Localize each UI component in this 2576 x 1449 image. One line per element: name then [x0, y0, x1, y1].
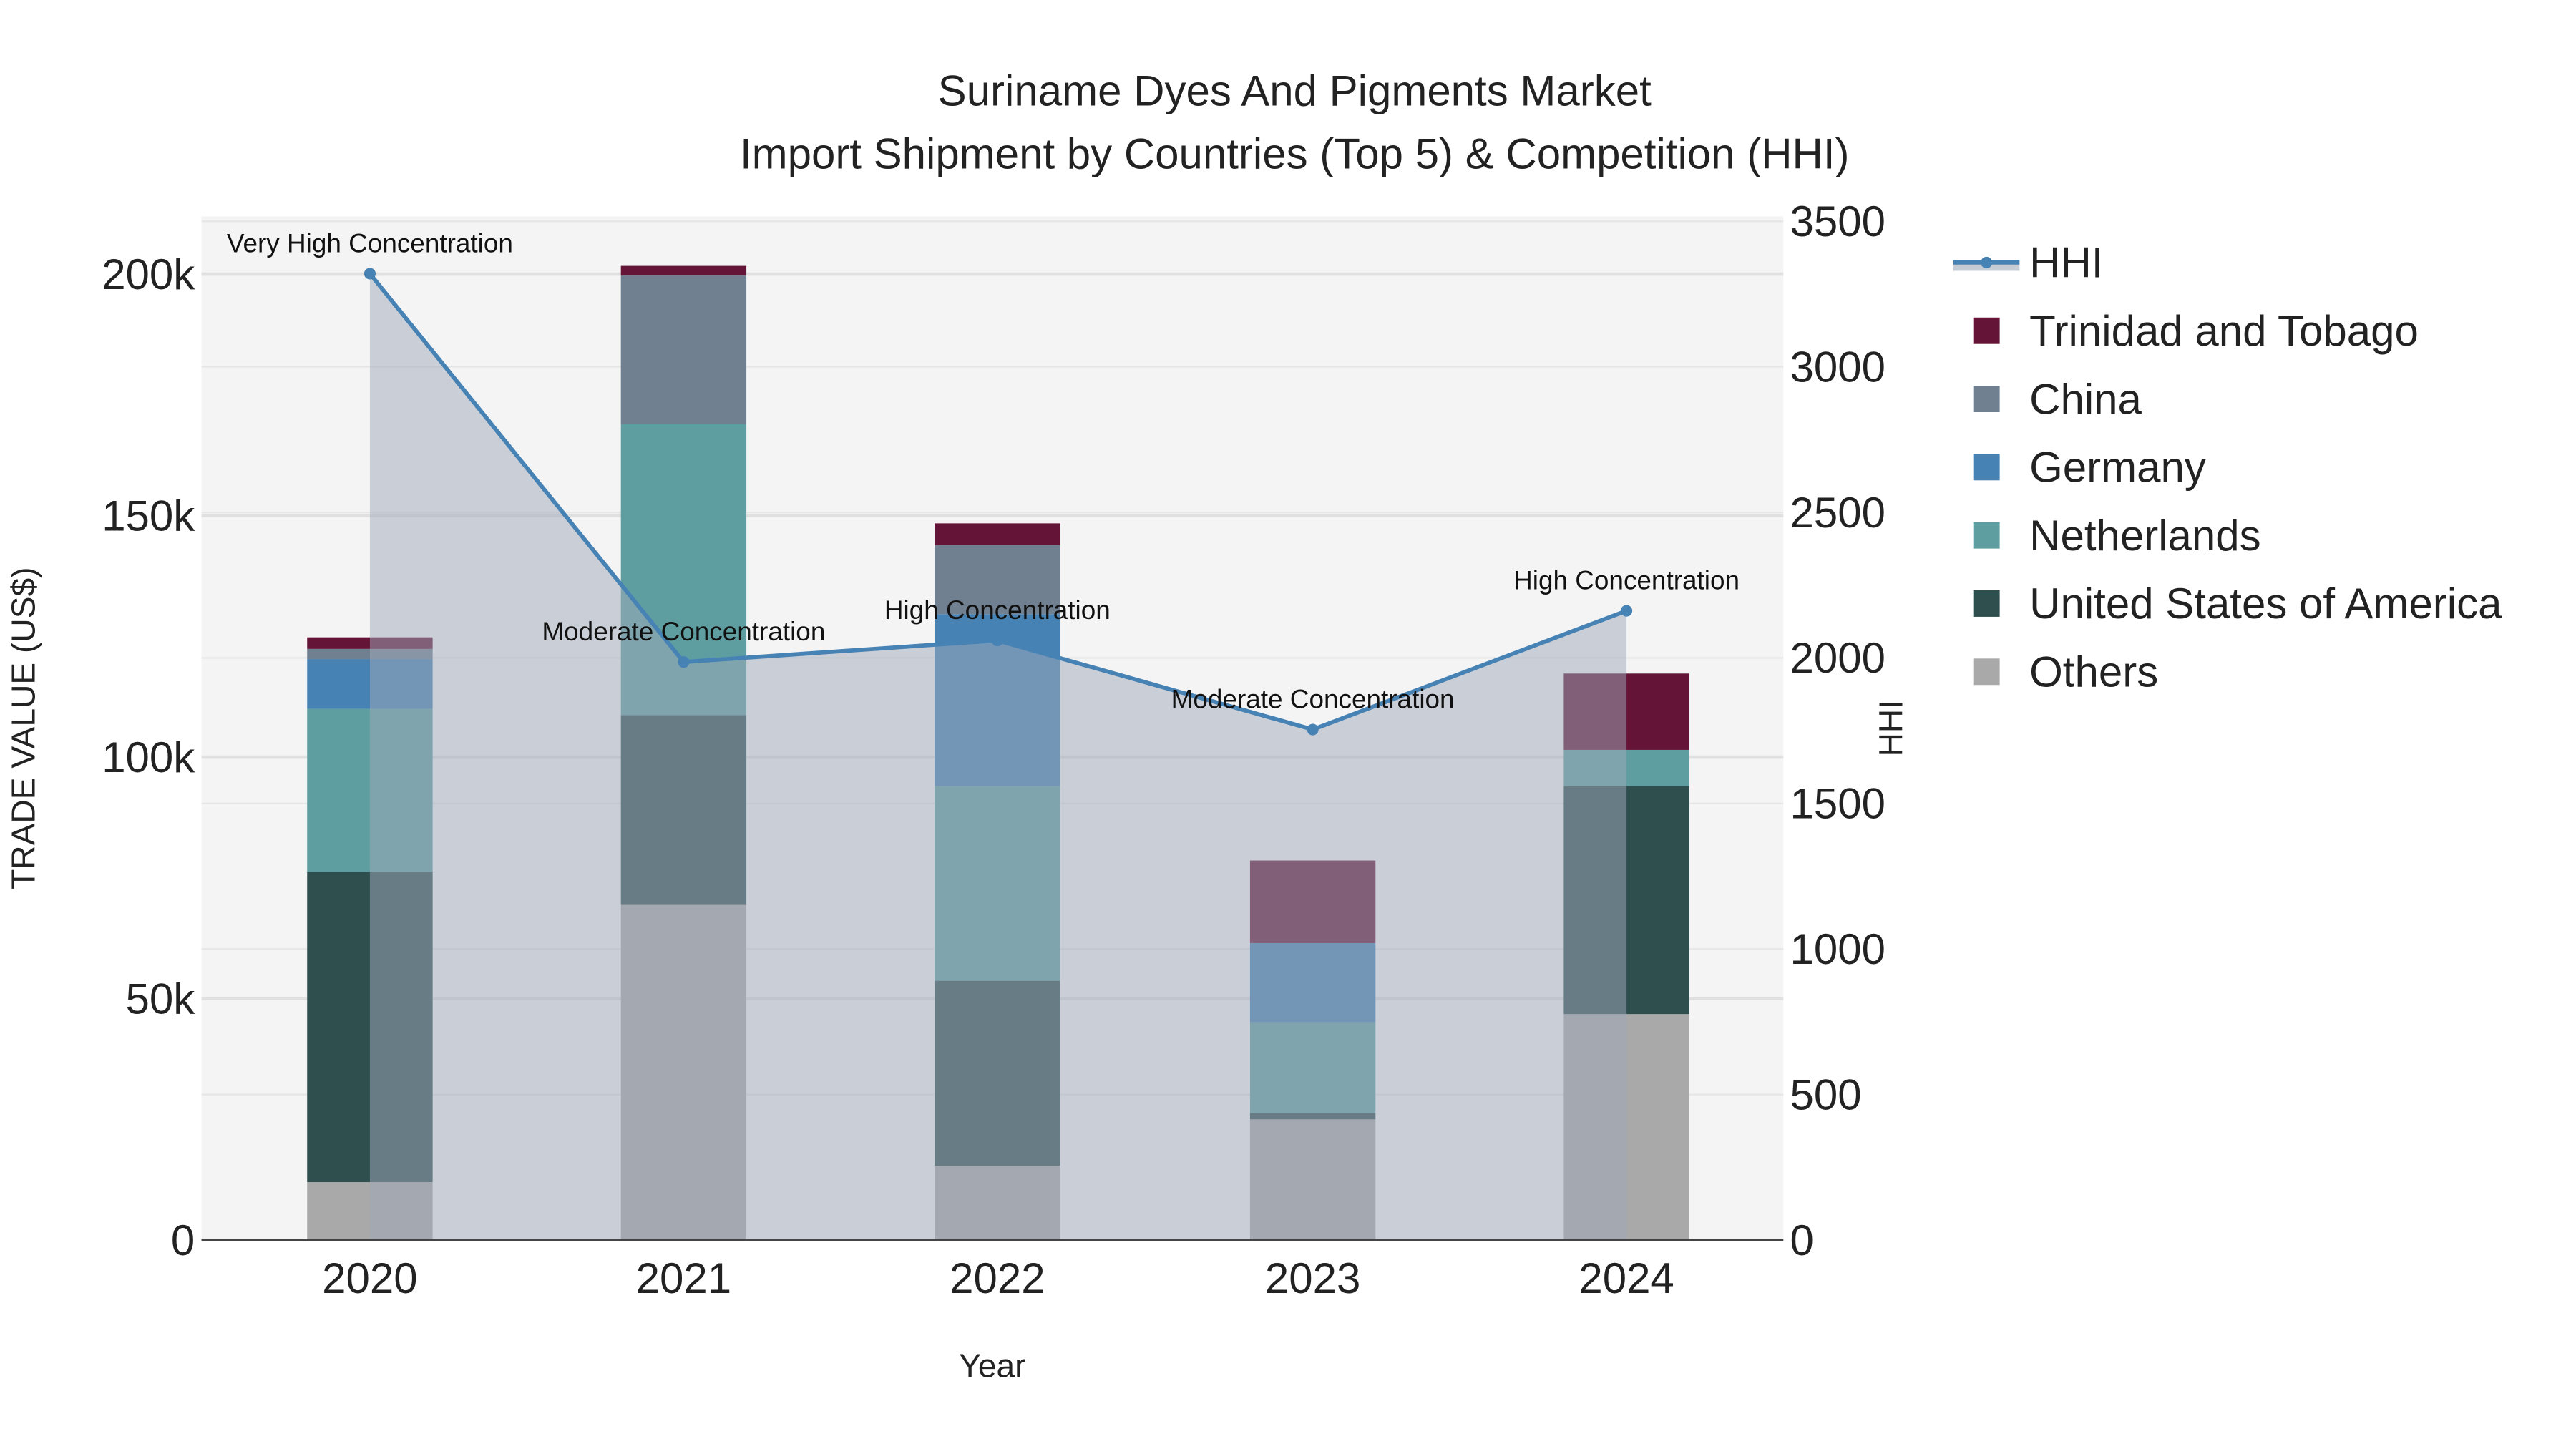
hhi-annotation: High Concentration [884, 595, 1111, 625]
legend-label: HHI [2029, 239, 2103, 287]
legend-label: United States of America [2029, 580, 2502, 628]
legend-item-united-states-of-america[interactable]: United States of America [1973, 580, 2502, 628]
legend-label: Netherlands [2029, 512, 2261, 560]
legend-swatch [1973, 522, 2000, 549]
y-tick-label: 100k [102, 733, 195, 781]
hhi-point [1621, 605, 1633, 617]
legend-item-others[interactable]: Others [1973, 648, 2159, 696]
legend-label: Others [2029, 648, 2158, 696]
hhi-annotation: Moderate Concentration [1171, 685, 1455, 714]
legend-swatch [1973, 454, 2000, 481]
legend-swatch [1973, 317, 2000, 344]
chart: Very High Concentration Moderate Concentr… [4, 67, 2502, 1385]
y-tick-label: 150k [102, 492, 195, 540]
y2-tick-label: 2000 [1790, 634, 1885, 682]
y-axis-title: TRADE VALUE (US$) [4, 567, 42, 889]
y2-axis-title: HHI [1872, 700, 1909, 756]
x-tick-label: 2020 [322, 1254, 417, 1302]
y-tick-label: 50k [126, 975, 196, 1023]
chart-title: Suriname Dyes And Pigments Market [938, 67, 1652, 115]
legend-swatch [1973, 658, 2000, 686]
y2-tick-label: 500 [1790, 1070, 1862, 1118]
legend-label: Trinidad and Tobago [2029, 307, 2419, 355]
y2-tick-label: 1000 [1790, 925, 1885, 973]
y2-tick-label: 0 [1790, 1216, 1814, 1264]
y-tick-label: 200k [102, 250, 195, 298]
x-axis-title: Year [959, 1347, 1025, 1385]
x-tick-label: 2021 [636, 1254, 731, 1302]
chart-subtitle: Import Shipment by Countries (Top 5) & C… [740, 130, 1850, 177]
hhi-point [678, 656, 690, 668]
bar-trinidad-and-tobago-2021 [620, 265, 747, 276]
legend-item-netherlands[interactable]: Netherlands [1973, 512, 2261, 560]
x-tick-label: 2023 [1265, 1254, 1360, 1302]
x-tick-label: 2024 [1579, 1254, 1674, 1302]
legend-hhi-marker [1981, 256, 1993, 268]
hhi-annotation: High Concentration [1513, 566, 1740, 595]
legend-swatch [1973, 386, 2000, 412]
legend-item-trinidad-and-tobago[interactable]: Trinidad and Tobago [1973, 307, 2419, 355]
x-tick-label: 2022 [950, 1254, 1045, 1302]
hhi-annotation: Very High Concentration [227, 228, 513, 258]
hhi-point [364, 268, 376, 280]
legend-item-hhi[interactable]: HHI [1953, 239, 2103, 287]
legend-label: Germany [2029, 444, 2206, 492]
bar-trinidad-and-tobago-2022 [935, 523, 1060, 545]
hhi-point [1307, 723, 1319, 736]
legend-label: China [2029, 375, 2142, 423]
hhi-annotation: Moderate Concentration [542, 617, 825, 646]
bar-china-2021 [620, 275, 747, 425]
y2-tick-label: 2500 [1790, 489, 1885, 537]
hhi-point [991, 634, 1003, 647]
legend: HHI Trinidad and Tobago China Germany Nether… [1953, 239, 2502, 696]
legend-swatch [1973, 590, 2000, 617]
legend-item-germany[interactable]: Germany [1973, 444, 2206, 492]
y2-tick-label: 3500 [1790, 197, 1885, 245]
y2-tick-label: 1500 [1790, 780, 1885, 828]
legend-item-china[interactable]: China [1973, 375, 2142, 423]
y2-tick-label: 3000 [1790, 343, 1885, 391]
y-tick-label: 0 [171, 1216, 195, 1264]
